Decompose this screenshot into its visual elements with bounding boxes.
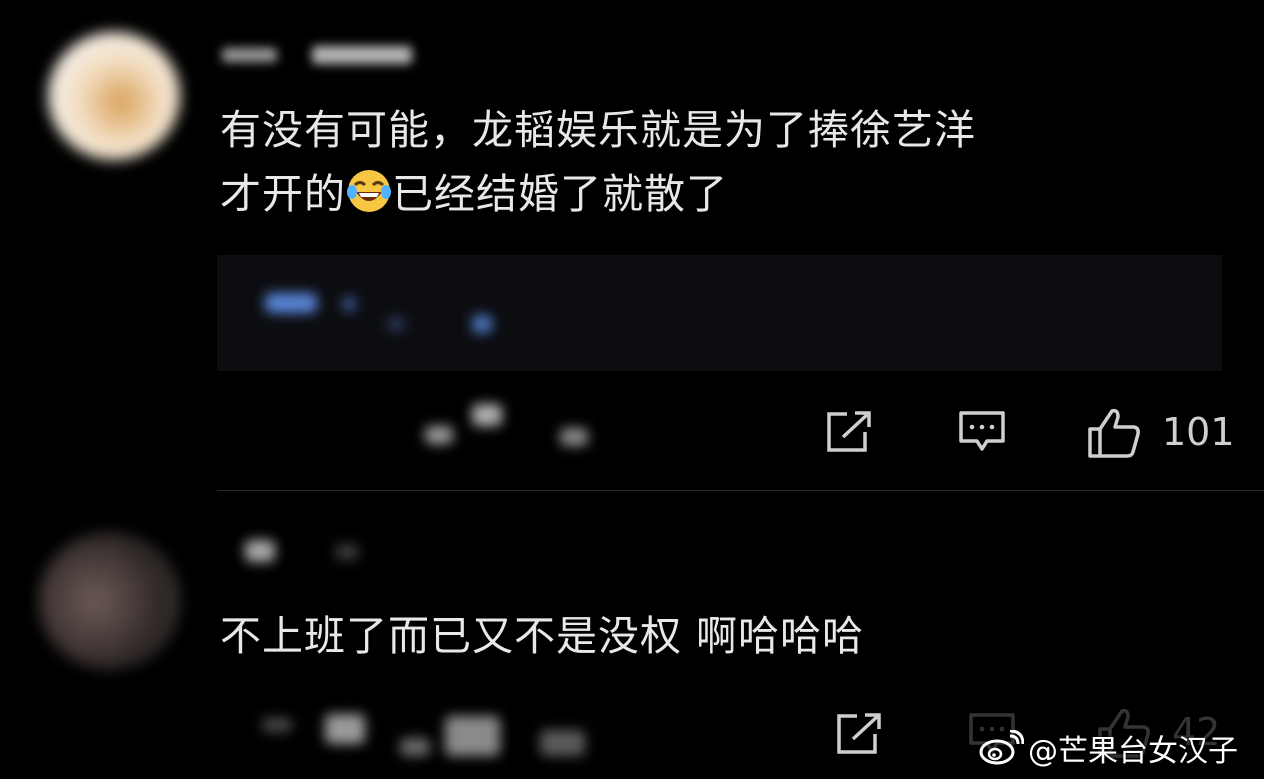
commenter-avatar[interactable]	[48, 32, 180, 160]
comment-line-2: 才开的 已经结婚了就散了	[220, 170, 728, 218]
share-button[interactable]	[834, 712, 884, 756]
comment-text: 有没有可能，龙韬娱乐就是为了捧徐艺洋 才开的 已经结婚了就散了	[220, 98, 1200, 226]
comment-line-1: 有没有可能，龙韬娱乐就是为了捧徐艺洋	[220, 106, 976, 154]
thumbs-up-icon	[1088, 408, 1140, 458]
watermark-text: @芒果台女汉子	[1028, 734, 1238, 769]
comment-text: 不上班了而已又不是没权 啊哈哈哈	[220, 612, 865, 660]
share-icon	[827, 411, 871, 452]
reply-icon	[959, 411, 1005, 451]
commenter-name-blurred[interactable]	[245, 540, 275, 562]
commenter-name-blurred[interactable]	[222, 46, 412, 66]
comment-divider	[217, 490, 1264, 491]
like-button[interactable]	[1085, 406, 1143, 460]
comment-meta-blurred	[262, 718, 292, 732]
reply-button[interactable]	[955, 408, 1009, 456]
share-icon	[837, 713, 881, 754]
sub-reply-username-blurred[interactable]	[265, 293, 317, 313]
weibo-logo-icon	[979, 730, 1024, 765]
sub-reply-box[interactable]	[217, 255, 1222, 371]
like-count: 101	[1162, 410, 1235, 454]
laughing-tears-emoji	[347, 170, 391, 212]
commenter-avatar[interactable]	[38, 532, 180, 670]
weibo-watermark: @芒果台女汉子	[978, 726, 1238, 770]
share-button[interactable]	[824, 410, 874, 454]
comment-meta-blurred	[425, 426, 453, 444]
